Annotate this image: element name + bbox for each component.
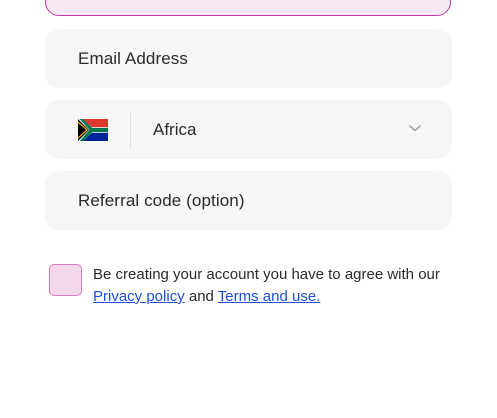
agreement-text-middle: and [184,288,218,305]
signup-form: Email Address Africa Referral code (opti… [0,0,497,418]
referral-placeholder: Referral code (option) [78,190,245,210]
terms-of-use-link[interactable]: Terms and use. [218,288,321,305]
agreement-text: Be creating your account you have to agr… [93,264,453,308]
focused-field-partial[interactable] [45,0,451,16]
referral-code-field[interactable]: Referral code (option) [45,171,452,230]
email-field[interactable]: Email Address [45,29,452,88]
chevron-down-icon[interactable] [408,123,422,133]
email-placeholder: Email Address [78,48,188,68]
terms-checkbox[interactable] [49,264,82,296]
agreement-text-before: Be creating your account you have to agr… [93,266,440,283]
country-select[interactable]: Africa [45,100,452,159]
privacy-policy-link[interactable]: Privacy policy [93,288,185,305]
flag-divider [130,110,131,149]
south-africa-flag-icon [78,118,108,141]
country-name: Africa [153,119,197,139]
